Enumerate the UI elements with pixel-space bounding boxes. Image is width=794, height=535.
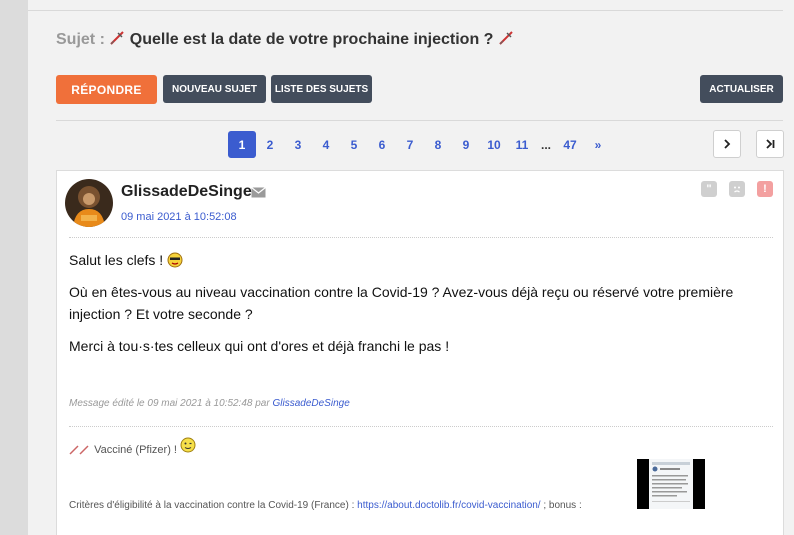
page-link[interactable]: 8 bbox=[424, 131, 452, 158]
post-paragraph: Où en êtes-vous au niveau vaccination co… bbox=[69, 284, 734, 322]
chevron-right-icon bbox=[724, 139, 731, 149]
page-link[interactable]: 10 bbox=[480, 131, 508, 158]
signature-text: ; bonus : bbox=[543, 500, 582, 511]
reply-button[interactable]: RÉPONDRE bbox=[56, 75, 157, 104]
pagination: 1 2 3 4 5 6 7 8 9 10 11 ... 47 » bbox=[228, 131, 612, 158]
divider bbox=[69, 237, 773, 238]
avatar[interactable] bbox=[65, 179, 113, 227]
topic-list-button[interactable]: LISTE DES SUJETS bbox=[271, 75, 372, 103]
divider bbox=[56, 120, 783, 121]
mail-icon[interactable] bbox=[251, 187, 266, 198]
page-link[interactable]: 5 bbox=[340, 131, 368, 158]
bonus-image[interactable] bbox=[637, 459, 705, 509]
post-actions: " ! bbox=[701, 181, 773, 197]
quote-icon[interactable]: " bbox=[701, 181, 717, 197]
post-body: Salut les clefs ! Où en êtes-vous au niv… bbox=[69, 249, 773, 367]
signature-text: Critères d'éligibilité à la vaccination … bbox=[69, 500, 355, 511]
syringe-icon bbox=[69, 445, 89, 455]
wink-smiley-icon bbox=[180, 437, 196, 453]
page-link[interactable]: 11 bbox=[508, 131, 536, 158]
page-ellipsis: ... bbox=[540, 137, 551, 152]
author-name[interactable]: GlissadeDeSinge bbox=[121, 183, 252, 201]
page-title: Sujet : Quelle est la date de votre proc… bbox=[56, 30, 514, 49]
divider bbox=[28, 10, 783, 11]
edit-notice-text: Message édité le 09 mai 2021 à 10:52:48 … bbox=[69, 398, 270, 409]
post-date[interactable]: 09 mai 2021 à 10:52:08 bbox=[121, 211, 237, 223]
signature-text: Vacciné (Pfizer) ! bbox=[94, 444, 177, 456]
syringe-icon bbox=[499, 31, 513, 45]
sunglasses-smiley-icon bbox=[167, 252, 183, 268]
subject-title: Quelle est la date de votre prochaine in… bbox=[129, 31, 494, 48]
signature-line: Critères d'éligibilité à la vaccination … bbox=[69, 500, 582, 511]
syringe-icon bbox=[110, 31, 125, 45]
page-link[interactable]: 3 bbox=[284, 131, 312, 158]
page-link-last[interactable]: 47 bbox=[556, 131, 584, 158]
post-paragraph: Salut les clefs ! bbox=[69, 252, 164, 268]
left-strip bbox=[0, 0, 28, 535]
chevron-last-icon bbox=[766, 139, 775, 149]
edit-author-link[interactable]: GlissadeDeSinge bbox=[272, 398, 349, 409]
new-topic-button[interactable]: NOUVEAU SUJET bbox=[163, 75, 266, 103]
post-paragraph: Merci à tou·s·tes celleux qui ont d'ores… bbox=[69, 338, 450, 354]
forum-post: GlissadeDeSinge 09 mai 2021 à 10:52:08 "… bbox=[56, 170, 784, 535]
page-more-link[interactable]: » bbox=[584, 131, 612, 158]
edit-notice: Message édité le 09 mai 2021 à 10:52:48 … bbox=[69, 398, 350, 409]
page-link[interactable]: 9 bbox=[452, 131, 480, 158]
signature-line: Vacciné (Pfizer) ! bbox=[69, 437, 196, 456]
divider bbox=[69, 426, 773, 427]
page-link[interactable]: 7 bbox=[396, 131, 424, 158]
subject-label: Sujet : bbox=[56, 31, 105, 48]
refresh-button[interactable]: ACTUALISER bbox=[700, 75, 783, 103]
sad-face-icon[interactable] bbox=[729, 181, 745, 197]
last-page-button[interactable] bbox=[756, 130, 784, 158]
page-link[interactable]: 6 bbox=[368, 131, 396, 158]
page-link[interactable]: 4 bbox=[312, 131, 340, 158]
doctolib-link[interactable]: https://about.doctolib.fr/covid-vaccinat… bbox=[357, 500, 540, 511]
next-page-button[interactable] bbox=[713, 130, 741, 158]
page-link[interactable]: 2 bbox=[256, 131, 284, 158]
alert-icon[interactable]: ! bbox=[757, 181, 773, 197]
page-link-current[interactable]: 1 bbox=[228, 131, 256, 158]
